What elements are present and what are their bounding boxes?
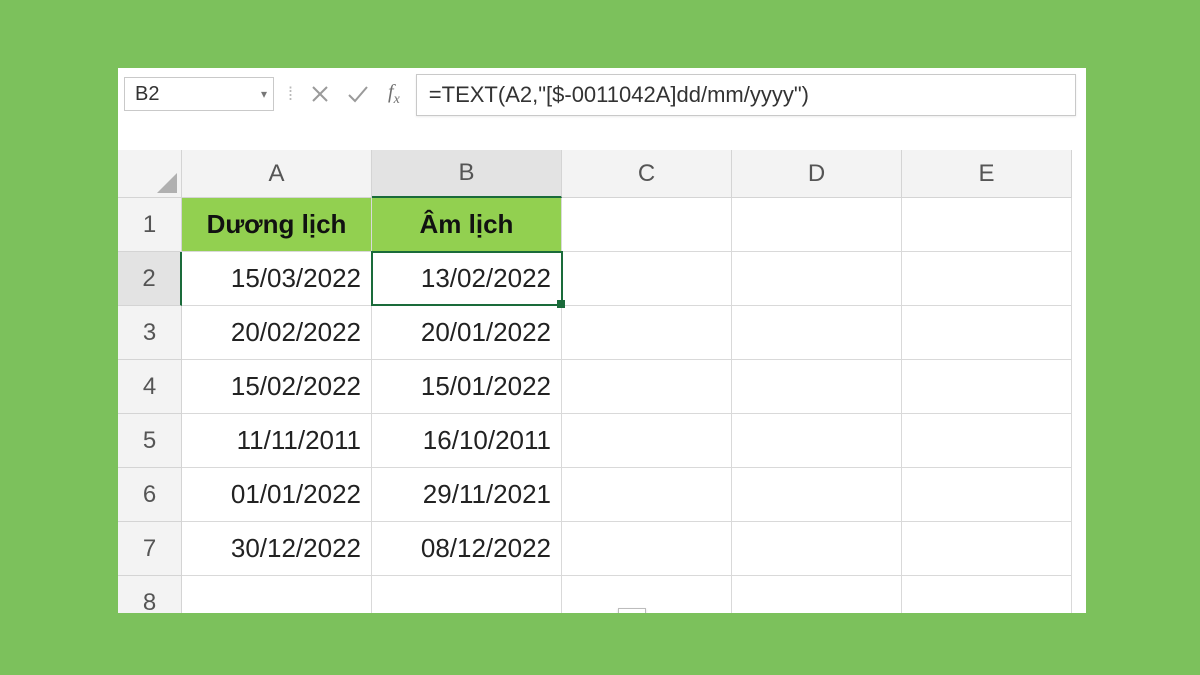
cell-E5[interactable] <box>902 414 1072 468</box>
row-4-label: 4 <box>143 373 156 401</box>
cell-E3[interactable] <box>902 306 1072 360</box>
name-box-value: B2 <box>135 83 159 106</box>
cell-A1-value: Dương lịch <box>207 209 347 240</box>
cell-B3[interactable]: 20/01/2022 <box>372 306 562 360</box>
cell-B7-value: 08/12/2022 <box>421 533 551 564</box>
cell-E6[interactable] <box>902 468 1072 522</box>
cell-D8[interactable] <box>732 576 902 613</box>
cell-E7[interactable] <box>902 522 1072 576</box>
cell-A3-value: 20/02/2022 <box>231 317 361 348</box>
select-all-corner[interactable] <box>118 150 182 198</box>
row-1-label: 1 <box>143 211 156 239</box>
cell-C2[interactable] <box>562 252 732 306</box>
row-5-label: 5 <box>143 427 156 455</box>
cell-D7[interactable] <box>732 522 902 576</box>
col-header-B[interactable]: B <box>372 150 562 198</box>
row-2-label: 2 <box>142 265 155 293</box>
spreadsheet-grid[interactable]: A B C D E 1 Dương lịch Âm lịch 2 15/03/2… <box>118 150 1086 613</box>
cell-A7[interactable]: 30/12/2022 <box>182 522 372 576</box>
row-header-7[interactable]: 7 <box>118 522 182 576</box>
chevron-down-icon[interactable]: ▾ <box>261 87 267 101</box>
cell-C3[interactable] <box>562 306 732 360</box>
cell-E8[interactable] <box>902 576 1072 613</box>
cell-A5-value: 11/11/2011 <box>237 425 361 456</box>
cell-A2-value: 15/03/2022 <box>231 263 361 294</box>
cell-D4[interactable] <box>732 360 902 414</box>
enter-button[interactable] <box>344 80 372 108</box>
cell-B7[interactable]: 08/12/2022 <box>372 522 562 576</box>
name-box[interactable]: B2 ▾ <box>124 77 274 111</box>
col-header-D[interactable]: D <box>732 150 902 198</box>
col-header-E[interactable]: E <box>902 150 1072 198</box>
col-D-label: D <box>808 160 825 188</box>
row-header-5[interactable]: 5 <box>118 414 182 468</box>
row-header-4[interactable]: 4 <box>118 360 182 414</box>
cell-D6[interactable] <box>732 468 902 522</box>
cell-B4[interactable]: 15/01/2022 <box>372 360 562 414</box>
cell-E2[interactable] <box>902 252 1072 306</box>
cell-B8[interactable] <box>372 576 562 613</box>
fx-icon[interactable]: fx <box>382 81 406 108</box>
row-header-6[interactable]: 6 <box>118 468 182 522</box>
col-header-A[interactable]: A <box>182 150 372 198</box>
cell-A6-value: 01/01/2022 <box>231 479 361 510</box>
row-7-label: 7 <box>143 535 156 563</box>
cell-D5[interactable] <box>732 414 902 468</box>
spacer <box>118 114 1086 150</box>
formula-value: =TEXT(A2,"[$-0011042A]dd/mm/yyyy") <box>429 82 809 108</box>
col-header-C[interactable]: C <box>562 150 732 198</box>
cell-A8[interactable] <box>182 576 372 613</box>
row-header-8[interactable]: 8 <box>118 576 182 613</box>
cell-B6[interactable]: 29/11/2021 <box>372 468 562 522</box>
cell-B1[interactable]: Âm lịch <box>372 198 562 252</box>
col-E-label: E <box>978 160 994 188</box>
row-header-3[interactable]: 3 <box>118 306 182 360</box>
cell-A5[interactable]: 11/11/2011 <box>182 414 372 468</box>
formula-input[interactable]: =TEXT(A2,"[$-0011042A]dd/mm/yyyy") <box>416 74 1076 116</box>
cell-A4[interactable]: 15/02/2022 <box>182 360 372 414</box>
cell-D1[interactable] <box>732 198 902 252</box>
cell-C8[interactable] <box>562 576 732 613</box>
row-3-label: 3 <box>143 319 156 347</box>
cell-A2[interactable]: 15/03/2022 <box>182 252 372 306</box>
cell-B1-value: Âm lịch <box>420 209 514 240</box>
cell-B2-value: 13/02/2022 <box>421 263 551 294</box>
cell-D2[interactable] <box>732 252 902 306</box>
cell-E1[interactable] <box>902 198 1072 252</box>
cell-B5-value: 16/10/2011 <box>423 425 551 456</box>
cell-A4-value: 15/02/2022 <box>231 371 361 402</box>
excel-window: B2 ▾ ⁞ fx =TEXT(A2,"[$-0011042A]dd/mm/yy… <box>118 68 1086 613</box>
row-header-2[interactable]: 2 <box>118 252 182 306</box>
cell-D3[interactable] <box>732 306 902 360</box>
cell-B6-value: 29/11/2021 <box>423 479 551 510</box>
cell-B3-value: 20/01/2022 <box>421 317 551 348</box>
cell-C4[interactable] <box>562 360 732 414</box>
autofill-options-button[interactable]: + <box>618 608 646 613</box>
cell-B5[interactable]: 16/10/2011 <box>372 414 562 468</box>
cell-C7[interactable] <box>562 522 732 576</box>
col-A-label: A <box>268 160 284 188</box>
cancel-button[interactable] <box>306 80 334 108</box>
cell-E4[interactable] <box>902 360 1072 414</box>
cell-B2[interactable]: 13/02/2022 <box>371 251 563 306</box>
cell-A6[interactable]: 01/01/2022 <box>182 468 372 522</box>
divider-dots-icon: ⁞ <box>284 84 296 105</box>
cell-A3[interactable]: 20/02/2022 <box>182 306 372 360</box>
row-8-label: 8 <box>143 589 156 614</box>
cell-B4-value: 15/01/2022 <box>421 371 551 402</box>
row-6-label: 6 <box>143 481 156 509</box>
cell-A1[interactable]: Dương lịch <box>182 198 372 252</box>
row-header-1[interactable]: 1 <box>118 198 182 252</box>
col-C-label: C <box>638 160 655 188</box>
cell-C6[interactable] <box>562 468 732 522</box>
cell-C5[interactable] <box>562 414 732 468</box>
cell-C1[interactable] <box>562 198 732 252</box>
cell-A7-value: 30/12/2022 <box>231 533 361 564</box>
col-B-label: B <box>458 159 474 187</box>
formula-bar-row: B2 ▾ ⁞ fx =TEXT(A2,"[$-0011042A]dd/mm/yy… <box>118 68 1086 114</box>
